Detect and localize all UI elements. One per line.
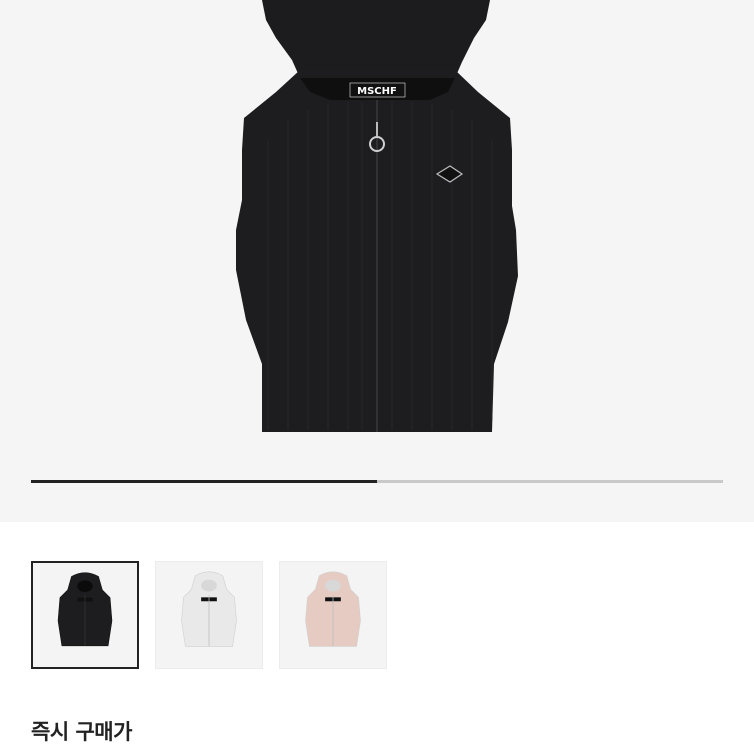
gallery-progress-fill	[31, 480, 377, 483]
gallery-progress-bar	[31, 480, 723, 483]
thumbnail-strip	[31, 561, 387, 669]
instant-buy-price-label: 즉시 구매가	[31, 720, 132, 744]
thumbnail-black[interactable]	[31, 561, 139, 669]
brand-label: MSCHF	[357, 86, 397, 97]
product-image-gallery[interactable]: MSCHF	[0, 0, 754, 522]
thumbnail-image-white	[181, 571, 237, 647]
thumbnail-image-black	[57, 572, 113, 647]
thumbnail-white[interactable]	[155, 561, 263, 669]
product-main-image: MSCHF	[236, 0, 518, 432]
thumbnail-image-pink	[305, 571, 361, 647]
thumbnail-pink[interactable]	[279, 561, 387, 669]
